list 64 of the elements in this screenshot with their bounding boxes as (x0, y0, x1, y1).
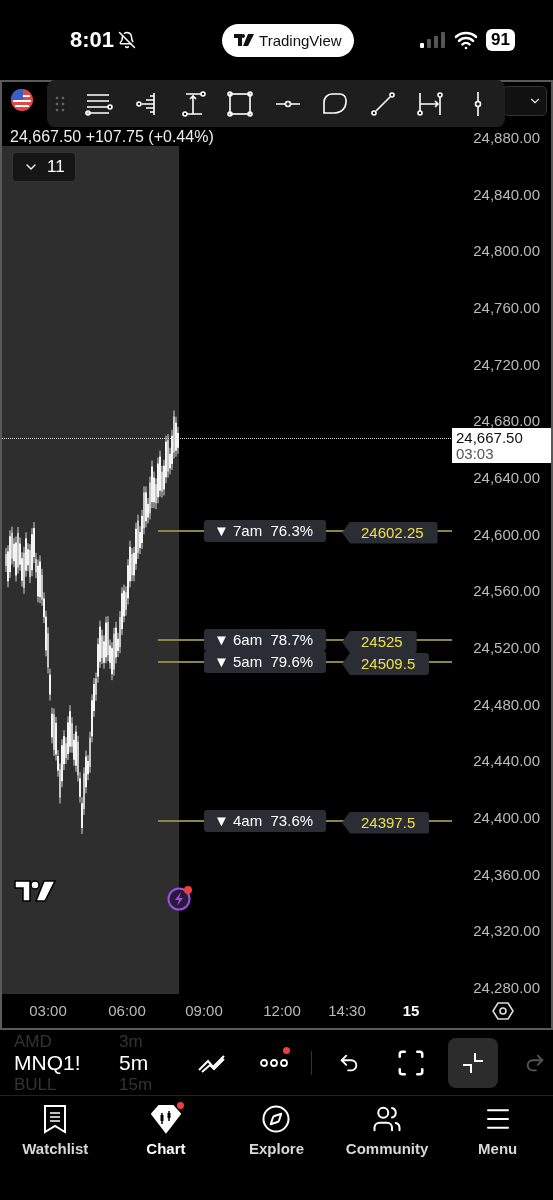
price-axis-label: 24,440.00 (473, 751, 540, 769)
level-price: 24509.5 (342, 652, 430, 675)
battery-level: 91 (486, 29, 515, 51)
level-label: ▼ 4am 73.6% (204, 809, 326, 832)
app-pill: TradingView (222, 23, 354, 57)
price-axis-label: 24,320.00 (473, 921, 540, 939)
nav-tab[interactable]: Explore (226, 1104, 327, 1200)
level-label: ▼ 6am 78.7% (204, 628, 326, 651)
logo-icon (234, 34, 255, 46)
price-axis-label: 24,280.00 (473, 978, 540, 994)
time-axis-label: 09:00 (185, 1002, 223, 1019)
indicators-toggle[interactable]: 11 (12, 152, 76, 182)
drag-handle-icon[interactable] (55, 95, 65, 112)
bookmark-list-icon (43, 1104, 68, 1134)
chart-logo (14, 880, 56, 902)
rectangle-icon (225, 88, 256, 119)
price-axis-label: 24,400.00 (473, 808, 540, 826)
bar-countdown: 03:03 (456, 445, 494, 462)
clock: 8:01 (70, 27, 115, 53)
price-axis-label: 24,680.00 (473, 411, 540, 429)
level-label: ▼ 7am 76.3% (204, 519, 326, 542)
price-axis-label: 24,800.00 (473, 241, 540, 259)
level-price: 24602.25 (342, 521, 438, 544)
nav-tab[interactable]: Community (337, 1104, 438, 1200)
price-axis-label: 24,840.00 (473, 185, 540, 203)
lightning-badge-icon[interactable] (167, 885, 193, 911)
nav-tab[interactable]: Menu (447, 1104, 548, 1200)
nav-tab[interactable]: Chart (115, 1104, 216, 1200)
price-axis-label: 24,600.00 (473, 525, 540, 543)
price-axis-label: 24,560.00 (473, 581, 540, 599)
price-axis-label: 24,520.00 (473, 638, 540, 656)
settings-icon[interactable] (492, 1000, 514, 1022)
bell-muted-icon (118, 31, 137, 49)
price-axis-label: 24,760.00 (473, 298, 540, 316)
chart-style-icon (197, 1052, 227, 1073)
minimize-button[interactable] (448, 1037, 498, 1088)
level-price: 24525 (342, 630, 417, 653)
notification-dot (283, 1046, 290, 1054)
notification-dot (176, 1102, 184, 1109)
symbol-option[interactable]: MNQ1! (14, 1050, 119, 1075)
minimize-icon (462, 1051, 484, 1074)
time-axis-label: 14:30 (328, 1002, 366, 1019)
rectangle-tool[interactable] (225, 88, 256, 119)
compass-icon (261, 1104, 292, 1134)
price-change-text: 24,667.50 +107.75 (+0.44%) (10, 128, 214, 146)
people-icon (372, 1104, 403, 1134)
level-label: ▼ 5am 79.6% (204, 650, 326, 673)
price-axis-label: 24,640.00 (473, 468, 540, 486)
price-axis-label: 24,720.00 (473, 355, 540, 373)
signal-icon (420, 32, 447, 48)
time-axis-label: 06:00 (108, 1002, 146, 1019)
time-axis-label: 15 (402, 1002, 420, 1019)
price-axis-label: 24,880.00 (473, 128, 540, 146)
time-axis-label: 12:00 (263, 1002, 301, 1019)
interval-option[interactable]: 5m (119, 1050, 179, 1075)
candles-diamond-icon (150, 1104, 181, 1134)
time-axis-label: 03:00 (29, 1002, 67, 1019)
price-axis-label: 24,480.00 (473, 695, 540, 713)
current-price: 24,667.50 (456, 429, 524, 446)
price-axis-label: 24,360.00 (473, 865, 540, 883)
more-icon (260, 1058, 288, 1067)
flag-icon (10, 88, 34, 112)
level-price: 24397.5 (342, 811, 430, 834)
nav-tab[interactable]: Watchlist (5, 1104, 106, 1200)
